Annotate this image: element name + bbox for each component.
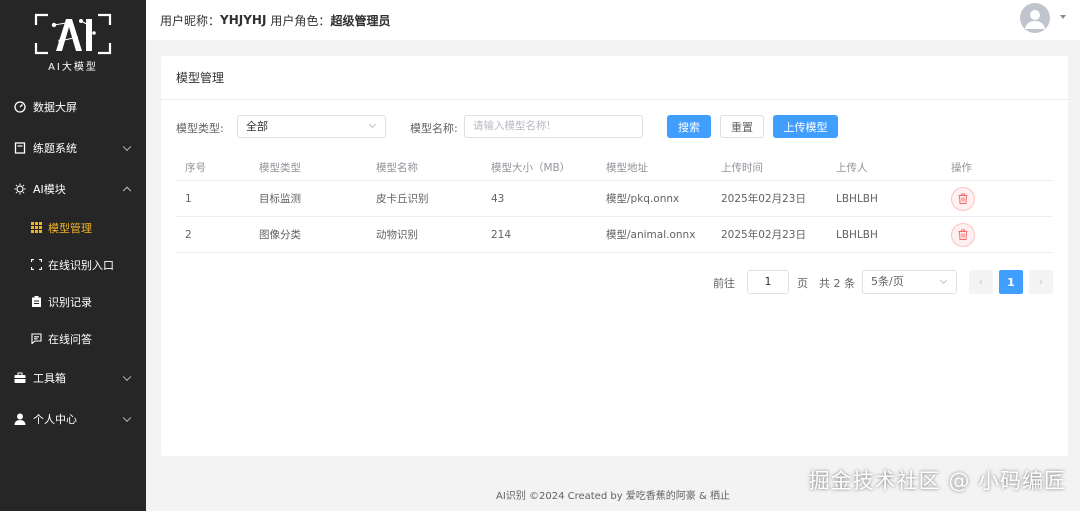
chevron-down-icon xyxy=(368,120,377,129)
book-icon xyxy=(14,141,26,154)
page-jump-input[interactable]: 1 xyxy=(747,270,789,294)
column-header: 模型类型 xyxy=(259,161,301,174)
sidebar-item-personal-center[interactable]: 个人中心 xyxy=(0,398,146,439)
model-table: 序号 模型类型 模型名称 模型大小（MB） 模型地址 上传时间 上传人 操作 1… xyxy=(176,154,1053,253)
sidebar-item-label: 模型管理 xyxy=(48,221,92,235)
sidebar-item-practice[interactable]: 练题系统 xyxy=(0,127,146,168)
watermark: 掘金技术社区 @ 小码编匠 xyxy=(808,469,1066,493)
sidebar-item-ai-module[interactable]: AI模块 xyxy=(0,168,146,209)
trash-icon xyxy=(958,229,968,240)
table-row: 1 目标监测 皮卡丘识别 43 模型/pkq.onnx 2025年02月23日 … xyxy=(176,181,1053,217)
cell-upload-time: 2025年02月23日 xyxy=(721,193,806,205)
sidebar-item-label: 个人中心 xyxy=(33,412,77,426)
cell-index: 2 xyxy=(185,228,192,241)
sidebar-item-label: 工具箱 xyxy=(33,371,66,385)
sidebar: AI大模型 数据大屏 练题系统 AI模块 模型管理 在线识别入口 识别记录 在线… xyxy=(0,0,146,511)
role-value: 超级管理员 xyxy=(330,13,391,28)
cell-model-type: 图像分类 xyxy=(259,229,301,241)
cell-model-path: 模型/pkq.onnx xyxy=(606,193,680,205)
logo-text: AI大模型 xyxy=(48,62,98,73)
cell-model-size: 214 xyxy=(491,228,512,241)
pagination: 前往 1 页 共 2 条 5条/页 ‹ 1 › xyxy=(713,270,1053,294)
toolbox-icon xyxy=(14,372,26,384)
user-avatar-icon xyxy=(1025,10,1045,29)
upload-model-button[interactable]: 上传模型 xyxy=(773,115,838,138)
sidebar-item-label: 识别记录 xyxy=(48,295,92,309)
user-icon xyxy=(14,413,26,425)
column-header: 模型地址 xyxy=(606,161,648,174)
sidebar-item-online-qa[interactable]: 在线问答 xyxy=(0,320,146,357)
sidebar-item-label: 在线识别入口 xyxy=(48,258,114,272)
goto-label: 前往 xyxy=(713,277,735,290)
cell-actions xyxy=(951,181,975,216)
prev-page-button[interactable]: ‹ xyxy=(969,270,993,294)
header: 用户昵称： YHJYHJ 用户角色： 超级管理员 xyxy=(146,0,1080,40)
chevron-up-icon xyxy=(122,186,132,195)
page-size-value: 5条/页 xyxy=(871,275,904,288)
model-type-value: 全部 xyxy=(246,120,268,133)
column-header: 序号 xyxy=(185,161,206,174)
sidebar-item-label: AI模块 xyxy=(33,182,66,196)
delete-button[interactable] xyxy=(951,186,975,211)
column-header: 操作 xyxy=(951,161,972,174)
column-header: 模型名称 xyxy=(376,161,418,174)
page-unit-label: 页 xyxy=(797,277,808,290)
cell-actions xyxy=(951,217,975,252)
sidebar-item-model-management[interactable]: 模型管理 xyxy=(0,209,146,246)
cell-model-path: 模型/animal.onnx xyxy=(606,229,696,241)
table-header: 序号 模型类型 模型名称 模型大小（MB） 模型地址 上传时间 上传人 操作 xyxy=(176,154,1053,181)
caret-down-icon[interactable] xyxy=(1060,15,1066,19)
cell-model-name: 动物识别 xyxy=(376,229,418,241)
model-type-select[interactable]: 全部 xyxy=(237,115,386,138)
column-header: 模型大小（MB） xyxy=(491,161,571,174)
avatar[interactable] xyxy=(1020,3,1050,33)
sidebar-item-label: 在线问答 xyxy=(48,332,92,346)
current-page-button[interactable]: 1 xyxy=(999,270,1023,294)
cell-model-type: 目标监测 xyxy=(259,193,301,205)
logo[interactable]: AI大模型 xyxy=(0,0,146,86)
total-count: 共 2 条 xyxy=(819,277,855,290)
sidebar-item-label: 数据大屏 xyxy=(33,100,77,114)
cell-index: 1 xyxy=(185,192,192,205)
trash-icon xyxy=(958,193,968,204)
scan-icon xyxy=(30,259,42,271)
model-type-label: 模型类型: xyxy=(176,122,224,135)
cell-model-name: 皮卡丘识别 xyxy=(376,193,429,205)
dashboard-icon xyxy=(14,100,26,113)
card-title: 模型管理 xyxy=(161,56,1068,100)
delete-button[interactable] xyxy=(951,222,975,247)
page-size-select[interactable]: 5条/页 xyxy=(862,270,957,294)
chevron-down-icon xyxy=(939,276,948,285)
sidebar-item-dashboard[interactable]: 数据大屏 xyxy=(0,86,146,127)
sidebar-item-recognition-records[interactable]: 识别记录 xyxy=(0,283,146,320)
sun-icon xyxy=(14,183,26,195)
next-page-button[interactable]: › xyxy=(1029,270,1053,294)
nickname-label: 用户昵称： xyxy=(160,13,221,28)
reset-button[interactable]: 重置 xyxy=(720,115,764,138)
model-name-label: 模型名称: xyxy=(410,122,458,135)
model-management-card: 模型管理 模型类型: 全部 模型名称: 请输入模型名称! 搜索 重置 上传模型 … xyxy=(161,56,1068,456)
clipboard-icon xyxy=(30,296,42,308)
cell-upload-time: 2025年02月23日 xyxy=(721,229,806,241)
logo-mark xyxy=(34,13,112,55)
table-row: 2 图像分类 动物识别 214 模型/animal.onnx 2025年02月2… xyxy=(176,217,1053,253)
search-form: 模型类型: 全部 模型名称: 请输入模型名称! 搜索 重置 上传模型 xyxy=(161,115,1068,139)
chevron-down-icon xyxy=(122,372,132,381)
cell-uploader: LBHLBH xyxy=(836,192,878,205)
sidebar-item-online-recognition[interactable]: 在线识别入口 xyxy=(0,246,146,283)
grid-icon xyxy=(30,222,42,234)
role-label: 用户角色： xyxy=(270,13,331,28)
column-header: 上传人 xyxy=(836,161,868,174)
sidebar-item-label: 练题系统 xyxy=(33,141,77,155)
search-button[interactable]: 搜索 xyxy=(667,115,711,138)
cell-uploader: LBHLBH xyxy=(836,228,878,241)
chat-icon xyxy=(30,333,42,345)
chevron-down-icon xyxy=(122,142,132,151)
sidebar-item-toolbox[interactable]: 工具箱 xyxy=(0,357,146,398)
chevron-down-icon xyxy=(122,413,132,422)
model-name-input[interactable]: 请输入模型名称! xyxy=(464,115,643,138)
nickname-value: YHJYHJ xyxy=(220,13,267,27)
cell-model-size: 43 xyxy=(491,192,505,205)
column-header: 上传时间 xyxy=(721,161,763,174)
